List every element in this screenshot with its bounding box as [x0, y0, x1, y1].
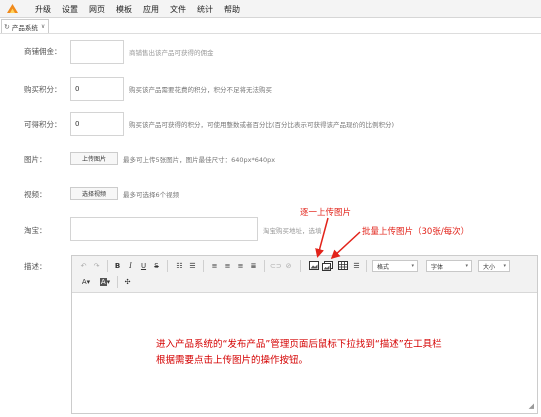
- arrow-single-upload: [315, 217, 329, 258]
- annotation-arrows: [315, 217, 361, 260]
- app-window: 升级 设置 网页 模板 应用 文件 统计 帮助 ↻ 产品系统 ∨ 商铺佣金： 商…: [0, 0, 541, 417]
- arrow-batch-upload: [330, 231, 361, 260]
